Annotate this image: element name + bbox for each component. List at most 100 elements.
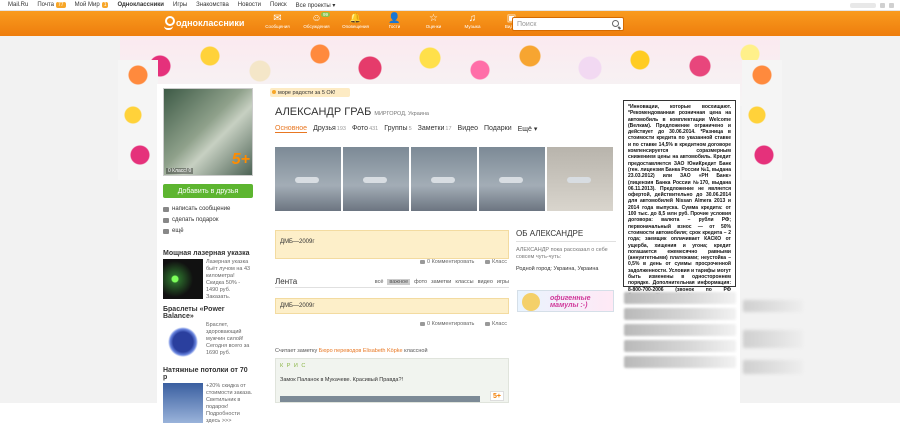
feed-status-post: ДМБ—2009г	[275, 298, 509, 314]
blurred-ad[interactable]	[624, 340, 736, 352]
nav-guests[interactable]: 👤 Гости	[375, 13, 414, 29]
photo-thumbnail[interactable]	[479, 147, 545, 211]
comment-link[interactable]: 0 Комментировать	[420, 321, 474, 327]
mymir-count-badge: 1	[101, 2, 109, 8]
ad-ceilings[interactable]: Натяжные потолки от 70 р +20% скидка от …	[163, 367, 253, 425]
filter-photo[interactable]: фото	[414, 279, 427, 285]
site-logo[interactable]: одноклассники	[164, 16, 244, 30]
photo-thumbnail[interactable]	[411, 147, 477, 211]
filter-games[interactable]: игры	[497, 279, 509, 285]
nav-ratings[interactable]: ☆ Оценки	[414, 13, 453, 29]
logo-text: одноклассники	[176, 18, 245, 28]
user-icon[interactable]	[880, 3, 885, 8]
about-section: ОБ АЛЕКСАНДРЕ АЛЕКСАНДР пока рассказал о…	[516, 229, 616, 272]
blurred-ad[interactable]	[624, 292, 736, 304]
settings-icon[interactable]	[889, 3, 894, 8]
klass-link[interactable]: Класс	[485, 321, 507, 327]
tab-photos[interactable]: Фото431	[352, 125, 378, 133]
blurred-ad[interactable]	[624, 356, 736, 368]
photo-strip	[275, 147, 613, 211]
blurred-ad	[743, 330, 803, 348]
filter-important[interactable]: важное	[387, 278, 411, 285]
feed-header: Лента всё важное фото заметки классы вид…	[275, 276, 509, 288]
topbar-search[interactable]: Поиск	[270, 2, 287, 8]
nav-notifications[interactable]: 🔔 Оповещения	[336, 13, 375, 29]
music-icon: ♫	[468, 13, 477, 24]
group-name[interactable]: К Р И С	[280, 363, 306, 369]
more-actions-link[interactable]: ещё	[163, 228, 184, 234]
tab-more[interactable]: Ещё ▾	[518, 125, 538, 133]
ad-title: Натяжные потолки от 70 р	[163, 367, 248, 381]
ad-title: Браслеты «Power Balance»	[163, 306, 225, 320]
photo-thumbnail[interactable]	[343, 147, 409, 211]
gift-icon	[163, 217, 169, 223]
ok-logo-icon	[164, 16, 175, 30]
note-author-link[interactable]: Бюро переводов Elisabeth Köpke	[319, 348, 403, 354]
ad-bracelet[interactable]: Браслеты «Power Balance» Браслет, здоров…	[163, 306, 253, 362]
tab-main[interactable]: Основное	[275, 125, 308, 133]
mood-status[interactable]: море радости за 5 ОК!	[270, 88, 350, 97]
topbar-mail[interactable]: Почта 77	[37, 2, 66, 8]
profile-name: АЛЕКСАНДР ГРАБ МИРГОРОД, Украина	[275, 106, 429, 118]
filter-notes[interactable]: заметки	[431, 279, 451, 285]
left-ads: Мощная лазерная указка Лазерная указка б…	[163, 250, 253, 430]
photo-thumbnail[interactable]	[275, 147, 341, 211]
flower-decoration-right	[742, 60, 782, 180]
user-pill[interactable]	[850, 3, 876, 8]
profile-city: МИРГОРОД, Украина	[374, 111, 429, 117]
group-post-image[interactable]	[280, 396, 480, 402]
five-plus-button[interactable]: 5+	[490, 391, 504, 401]
about-hometown: Родной город: Украина, Украина	[516, 266, 599, 272]
filter-klass[interactable]: классы	[455, 279, 473, 285]
filter-all[interactable]: всё	[375, 279, 384, 285]
ad-text: Лазерная указка бьёт лучом на 43 километ…	[206, 259, 251, 300]
bell-icon: 🔔	[349, 13, 362, 24]
topbar-games[interactable]: Игры	[173, 2, 187, 8]
like-icon	[485, 260, 490, 264]
ad-text: Браслет, здоровающий мужчин силой! Сегод…	[206, 322, 250, 356]
group-post[interactable]: К Р И С Замок Паланок в Мукачеве. Красив…	[275, 358, 509, 403]
promo-banner[interactable]: офигенные мамулы :-)	[517, 290, 614, 312]
topbar-mailru[interactable]: Mail.Ru	[8, 2, 28, 8]
tab-gifts[interactable]: Подарки	[484, 125, 512, 133]
avatar[interactable]: 5+ 0 Класс! 0	[163, 88, 253, 176]
nav-discussions[interactable]: ☺ Обсуждения 99	[297, 12, 336, 29]
search-input[interactable]: Поиск	[512, 17, 624, 31]
topbar-all-projects[interactable]: Все проекты ▾	[296, 2, 336, 9]
add-friend-button[interactable]: Добавить в друзья	[163, 184, 253, 198]
five-plus-badge: 5+	[231, 151, 250, 168]
photo-thumbnail[interactable]	[547, 147, 613, 211]
nav-music[interactable]: ♫ Музыка	[453, 13, 492, 29]
profile-left-column: 5+ 0 Класс! 0 Добавить в друзья написать…	[160, 84, 256, 424]
topbar-user-area	[816, 2, 894, 9]
like-icon	[485, 322, 490, 326]
status-post: ДМБ—2009г	[275, 230, 509, 259]
blurred-ad	[743, 360, 803, 374]
about-title: ОБ АЛЕКСАНДРЕ	[516, 229, 616, 242]
banner-text: офигенные мамулы :-)	[550, 295, 591, 309]
ad-laser[interactable]: Мощная лазерная указка Лазерная указка б…	[163, 250, 253, 301]
filter-video[interactable]: видео	[478, 279, 493, 285]
topbar-dating[interactable]: Знакомства	[196, 2, 229, 8]
write-message-link[interactable]: написать сообщение	[163, 206, 230, 212]
blurred-ad[interactable]	[624, 324, 736, 336]
star-icon: ☆	[429, 13, 438, 24]
search-icon[interactable]	[612, 20, 619, 27]
tab-friends[interactable]: Друзья193	[313, 125, 346, 133]
klass-link[interactable]: Класс	[485, 259, 507, 265]
tab-groups[interactable]: Группы5	[384, 125, 411, 133]
mail-count-badge: 77	[56, 2, 66, 8]
comment-link[interactable]: 0 Комментировать	[420, 259, 474, 265]
topbar-mymir[interactable]: Мой Мир 1	[75, 2, 109, 8]
tab-notes[interactable]: Заметки17	[418, 125, 452, 133]
ad-title: Мощная лазерная указка	[163, 250, 250, 257]
topbar-news[interactable]: Новости	[238, 2, 261, 8]
send-gift-link[interactable]: сделать подарок	[163, 217, 218, 223]
nav-messages[interactable]: ✉ Сообщения	[258, 13, 297, 29]
topbar-odnoklassniki[interactable]: Одноклассники	[117, 2, 164, 8]
right-ad-box[interactable]: *Инновации, которые восхищают. *Рекоменд…	[623, 100, 736, 299]
tab-video[interactable]: Видео	[458, 125, 478, 133]
profile-tabs: Основное Друзья193 Фото431 Группы5 Замет…	[275, 125, 537, 133]
blurred-ad[interactable]	[624, 308, 736, 320]
comment-icon	[420, 322, 425, 326]
